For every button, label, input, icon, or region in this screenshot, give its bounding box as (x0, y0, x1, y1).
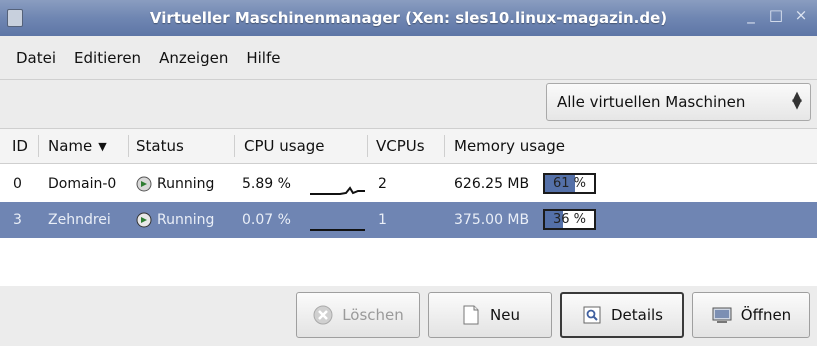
col-vcpus[interactable]: VCPUs (376, 129, 425, 163)
close-button[interactable]: × (793, 6, 809, 24)
row-id: 0 (13, 176, 22, 192)
row-status: Running (135, 166, 214, 202)
details-icon (583, 306, 601, 324)
memory-bar: 61 % (543, 173, 596, 194)
table-row[interactable]: 3 Zehndrei Running 0.07 % 1 375.00 MB 36… (0, 202, 817, 238)
new-button[interactable]: Neu (428, 292, 552, 338)
row-status-label: Running (157, 176, 215, 192)
select-arrows-icon: ▲ ▼ (792, 89, 802, 112)
row-status: Running (135, 202, 214, 238)
window-title: Virtueller Maschinenmanager (Xen: sles10… (149, 9, 668, 27)
row-vcpus: 2 (378, 176, 387, 192)
cpu-sparkline (310, 186, 365, 195)
new-label: Neu (490, 306, 520, 324)
new-document-icon (463, 305, 479, 325)
title-bar[interactable]: Virtueller Maschinenmanager (Xen: sles10… (0, 0, 817, 36)
running-icon (136, 212, 152, 228)
memory-percent: 61 % (552, 176, 587, 191)
table-header: ID Name ▼ Status CPU usage VCPUs Memory … (0, 128, 817, 164)
open-label: Öffnen (740, 306, 792, 324)
col-id[interactable]: ID (12, 129, 28, 163)
table-row[interactable]: 0 Domain-0 Running 5.89 % 2 626.25 MB 61… (0, 166, 817, 202)
delete-icon (313, 305, 333, 325)
vm-list[interactable]: 0 Domain-0 Running 5.89 % 2 626.25 MB 61… (0, 164, 817, 286)
memory-bar: 36 % (543, 209, 596, 230)
minimize-button[interactable]: _ (743, 6, 759, 24)
menu-hilfe[interactable]: Hilfe (246, 49, 280, 67)
row-name: Zehndrei (48, 212, 111, 228)
menu-anzeigen[interactable]: Anzeigen (159, 49, 228, 67)
open-monitor-icon (712, 307, 732, 323)
vm-filter-select[interactable]: Alle virtuellen Maschinen ▲ ▼ (546, 83, 811, 121)
maximize-button[interactable]: □ (768, 6, 784, 24)
running-icon (136, 176, 152, 192)
row-vcpus: 1 (378, 212, 387, 228)
app-icon[interactable] (7, 9, 23, 27)
col-cpu[interactable]: CPU usage (244, 129, 325, 163)
vm-filter-value: Alle virtuellen Maschinen (557, 93, 746, 111)
delete-button[interactable]: Löschen (296, 292, 420, 338)
menu-editieren[interactable]: Editieren (74, 49, 141, 67)
col-memory[interactable]: Memory usage (454, 129, 565, 163)
memory-percent: 36 % (552, 212, 587, 227)
details-label: Details (610, 306, 663, 324)
open-button[interactable]: Öffnen (692, 292, 810, 338)
col-status[interactable]: Status (136, 129, 184, 163)
row-cpu: 5.89 % (242, 176, 291, 192)
row-id: 3 (13, 212, 22, 228)
col-name-label: Name (48, 137, 93, 155)
row-memory: 375.00 MB (454, 212, 530, 228)
details-button[interactable]: Details (560, 292, 684, 338)
row-name: Domain-0 (48, 176, 117, 192)
menu-datei[interactable]: Datei (16, 49, 56, 67)
cpu-sparkline (310, 229, 365, 231)
menu-bar: Datei Editieren Anzeigen Hilfe (0, 36, 817, 80)
row-memory: 626.25 MB (454, 176, 530, 192)
row-cpu: 0.07 % (242, 212, 291, 228)
row-status-label: Running (157, 212, 215, 228)
delete-label: Löschen (342, 306, 404, 324)
col-name[interactable]: Name ▼ (48, 129, 107, 163)
sort-chevron-icon: ▼ (98, 139, 107, 153)
